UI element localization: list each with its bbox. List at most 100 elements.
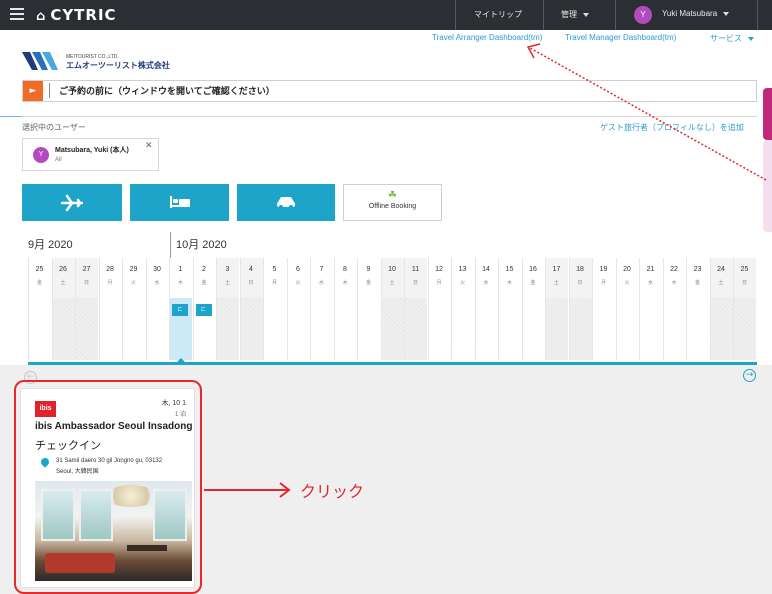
- chevron-down-icon: [723, 11, 730, 16]
- day-number: 2: [202, 266, 206, 273]
- calendar-day[interactable]: 17 土: [545, 258, 568, 360]
- divider: [170, 232, 171, 258]
- day-weekday: 月: [436, 280, 442, 286]
- calendar-day[interactable]: 28 月: [98, 258, 122, 360]
- day-weekday: 土: [60, 280, 66, 286]
- admin-menu[interactable]: 管理: [561, 9, 589, 20]
- calendar-day[interactable]: 24 土: [709, 258, 733, 360]
- offline-booking-tile[interactable]: ☘ Offline Booking: [343, 184, 442, 221]
- calendar-day[interactable]: 16 金: [521, 258, 545, 360]
- calendar-day[interactable]: 1 木 ⊏: [169, 258, 192, 360]
- flight-booking-tile[interactable]: [22, 184, 122, 221]
- bed-icon: [169, 196, 190, 208]
- day-slot: [381, 298, 404, 360]
- calendar-day[interactable]: 11 日: [404, 258, 427, 360]
- day-number: 11: [411, 266, 420, 273]
- calendar-day[interactable]: 20 火: [615, 258, 639, 360]
- selected-user-chip[interactable]: Y Matsubara, Yuki (本人) All ✕: [22, 138, 159, 171]
- day-slot: [52, 298, 75, 360]
- day-weekday: 土: [718, 280, 724, 286]
- day-slot: [288, 298, 310, 360]
- menu-icon[interactable]: [10, 8, 24, 20]
- calendar-day[interactable]: 25 日: [733, 258, 756, 360]
- arrow-right-icon[interactable]: →: [743, 369, 756, 382]
- day-weekday: 土: [389, 280, 395, 286]
- calendar-day[interactable]: 25 金: [28, 258, 51, 360]
- user-menu[interactable]: Yuki Matsubara: [662, 9, 730, 18]
- hotel-booking-tile[interactable]: [130, 184, 229, 221]
- screen: ⌂ cytric マイトリップ 管理 Y Yuki Matsubara Trave…: [0, 0, 772, 594]
- click-annotation: クリック: [300, 482, 365, 501]
- avatar[interactable]: Y: [634, 6, 652, 24]
- day-weekday: 月: [600, 280, 606, 286]
- annotation-arrow-icon: [204, 482, 291, 498]
- calendar-day[interactable]: 9金: [357, 258, 380, 360]
- day-number: 18: [576, 266, 584, 273]
- calendar-day[interactable]: 2 金 ⊏: [192, 258, 216, 360]
- calendar-day[interactable]: 18 日: [568, 258, 592, 360]
- selected-day-pointer: [176, 358, 186, 363]
- car-booking-tile[interactable]: [237, 184, 335, 221]
- bed-icon[interactable]: ⊏: [172, 304, 188, 316]
- day-slot: [240, 298, 263, 360]
- highlight-box: [14, 380, 202, 594]
- day-slot: [617, 298, 639, 360]
- calendar-day[interactable]: 13 火: [451, 258, 474, 360]
- calendar-day[interactable]: 7水: [310, 258, 333, 360]
- day-number: 1: [178, 266, 183, 273]
- calendar-day[interactable]: 27 日: [75, 258, 98, 360]
- divider: [615, 0, 616, 30]
- day-number: 28: [106, 266, 114, 273]
- calendar-day[interactable]: 4日: [239, 258, 263, 360]
- calendar-day[interactable]: 19 月: [592, 258, 615, 360]
- calendar-day[interactable]: 29 火: [122, 258, 145, 360]
- day-slot: [29, 298, 51, 360]
- calendar-day[interactable]: 15 木: [498, 258, 521, 360]
- bed-icon[interactable]: ⊏: [195, 304, 212, 316]
- calendar-day[interactable]: 21 水: [639, 258, 662, 360]
- day-number: 8: [343, 266, 347, 273]
- day-slot: [452, 298, 474, 360]
- day-weekday: 木: [342, 280, 348, 286]
- day-number: 5: [272, 266, 277, 273]
- calendar-day[interactable]: 12 月: [427, 258, 451, 360]
- close-icon[interactable]: ✕: [145, 141, 153, 151]
- calendar-day[interactable]: 22 木: [662, 258, 686, 360]
- divider: [757, 0, 758, 30]
- day-number: 26: [59, 266, 67, 273]
- home-icon: ⌂: [36, 9, 47, 24]
- day-number: 30: [153, 266, 161, 273]
- day-weekday: 水: [647, 280, 653, 286]
- calendar-day[interactable]: 5月: [263, 258, 286, 360]
- day-number: 29: [129, 266, 138, 273]
- calendar-day[interactable]: 14 水: [474, 258, 498, 360]
- day-number: 27: [82, 266, 91, 273]
- day-slot: [734, 298, 756, 360]
- dotted-arrow-icon: [526, 43, 767, 181]
- day-slot: [264, 298, 286, 360]
- cytric-logo[interactable]: ⌂ cytric: [36, 6, 117, 24]
- day-weekday: 火: [624, 280, 630, 286]
- megaphone-icon: ►: [23, 81, 43, 101]
- calendar-day[interactable]: 23 金: [686, 258, 709, 360]
- calendar-day[interactable]: 10 土: [380, 258, 404, 360]
- day-number: 25: [35, 266, 44, 273]
- calendar-day[interactable]: 3土: [216, 258, 239, 360]
- calendar-day[interactable]: 30 水: [145, 258, 169, 360]
- divider: [0, 116, 22, 117]
- day-number: 19: [599, 266, 608, 273]
- day-slot: [358, 298, 380, 360]
- day-number: 15: [505, 266, 514, 273]
- day-number: 4: [249, 266, 253, 273]
- calendar-day[interactable]: 6火: [286, 258, 310, 360]
- calendar-day[interactable]: 26 土: [51, 258, 75, 360]
- day-slot: [429, 298, 451, 360]
- notice-text: ご予約の前に（ウィンドウを開いてご確認ください）: [59, 86, 275, 96]
- my-trip-link[interactable]: マイトリップ: [474, 9, 522, 20]
- day-weekday: 土: [224, 280, 230, 286]
- day-number: 24: [717, 266, 725, 273]
- day-slot: [100, 298, 122, 360]
- calendar-day[interactable]: 8木: [333, 258, 357, 360]
- day-slot: [405, 298, 427, 360]
- day-number: 16: [529, 266, 537, 273]
